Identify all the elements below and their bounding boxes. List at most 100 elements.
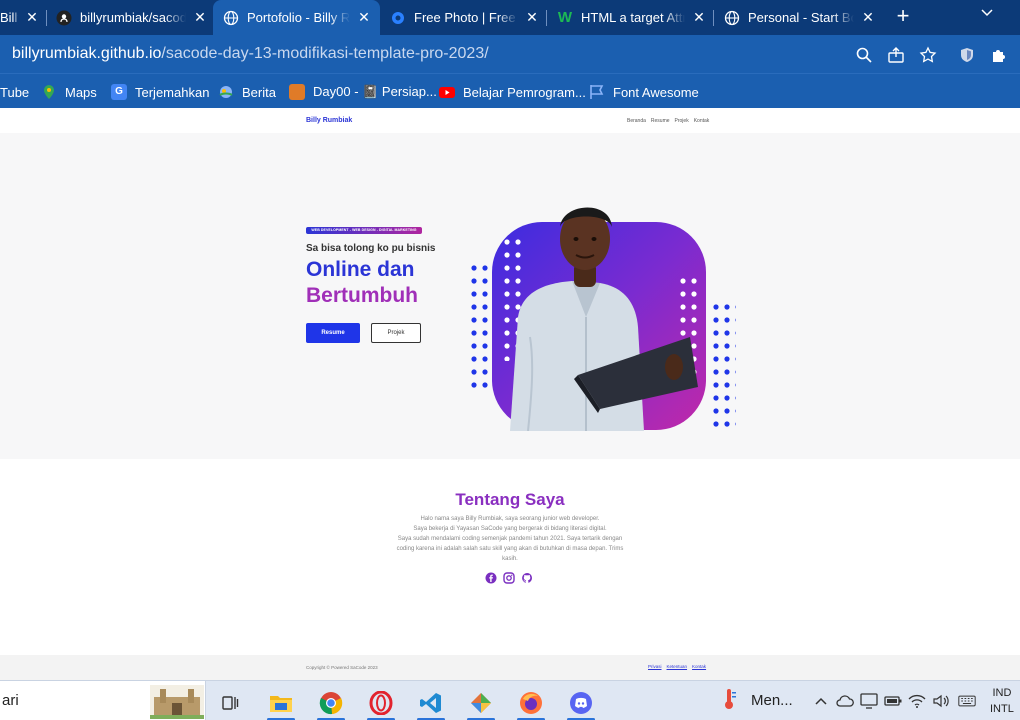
onedrive-cloud-icon[interactable] (836, 692, 854, 710)
map-pin-icon (41, 84, 57, 100)
nav-link-projek[interactable]: Projek (675, 118, 689, 124)
nav-link-kontak[interactable]: Kontak (694, 118, 710, 124)
address-bar: billyrumbiak.github.io/sacode-day-13-mod… (0, 35, 1020, 73)
projek-button[interactable]: Projek (371, 323, 421, 343)
opera-icon[interactable] (361, 685, 401, 720)
about-text: Halo nama saya Billy Rumbiak, saya seora… (375, 514, 645, 564)
firefox-icon[interactable] (511, 685, 551, 720)
bookmark-label: Day00 - 📓 Persiap... (313, 84, 437, 99)
about-line: Saya bekerja di Yayasan SaCode yang berg… (413, 526, 607, 532)
tab-w3schools[interactable]: W HTML a target Attribute ✕ (557, 0, 707, 35)
zoom-icon[interactable] (855, 46, 873, 64)
resume-button[interactable]: Resume (306, 323, 360, 343)
translate-icon: G (111, 84, 127, 100)
site-navbar: Billy Rumbiak Beranda Resume Projek Kont… (0, 108, 1020, 133)
about-section: Tentang Saya Halo nama saya Billy Rumbia… (0, 459, 1020, 655)
bookmark-day00[interactable]: Day00 - 📓 Persiap... (289, 83, 437, 101)
close-icon[interactable]: ✕ (524, 9, 540, 26)
site-nav: Beranda Resume Projek Kontak (627, 118, 709, 124)
tab-free-photo[interactable]: Free Photo | Free photo ✕ (390, 0, 540, 35)
chrome-icon[interactable] (311, 685, 351, 720)
tab-title: Personal - Start Bootstrap (748, 10, 854, 25)
bookmark-font-awesome[interactable]: Font Awesome (589, 83, 699, 101)
lang-line1: IND (992, 687, 1012, 699)
taskbar-search-box[interactable]: ari (0, 681, 206, 720)
footer-link-privasi[interactable]: Privasi (648, 664, 662, 669)
volume-icon[interactable] (932, 692, 950, 710)
keyboard-icon[interactable] (958, 692, 976, 710)
hero-profile-image (466, 207, 736, 431)
social-links (485, 572, 533, 584)
nav-link-resume[interactable]: Resume (651, 118, 670, 124)
bookmark-maps[interactable]: Maps (41, 83, 97, 101)
hero-headline-line1: Online dan (306, 258, 415, 281)
battery-icon[interactable] (884, 692, 902, 710)
news-icon (218, 84, 234, 100)
footer-link-ketentuan[interactable]: Ketentuan (667, 664, 688, 669)
tab-personal[interactable]: Personal - Start Bootstrap ✕ (724, 0, 876, 35)
discord-icon[interactable] (561, 685, 601, 720)
close-icon[interactable]: ✕ (24, 9, 40, 26)
bookmark-label: Belajar Pemrogram... (463, 84, 586, 100)
github-icon (56, 10, 72, 26)
facebook-icon[interactable] (485, 572, 497, 584)
weather-text[interactable]: Men... (751, 692, 793, 709)
footer-copyright: Copyright © Powered SaCode 2023 (306, 665, 378, 670)
close-icon[interactable]: ✕ (356, 9, 372, 26)
nav-link-beranda[interactable]: Beranda (627, 118, 646, 124)
bookmarks-bar: Tube Maps G Terjemahkan Berita Day00 - 📓… (0, 73, 1020, 108)
new-tab-button[interactable]: + (892, 5, 914, 29)
hero-badge: WEB DEVELOPMENT - WEB DESIGN - DIGITAL M… (306, 227, 422, 234)
hero-headline-line2: Bertumbuh (306, 284, 418, 307)
url-path: /sacode-day-13-modifikasi-template-pro-2… (161, 45, 489, 62)
site-footer: Copyright © Powered SaCode 2023 Privasi … (0, 655, 1020, 680)
site-brand[interactable]: Billy Rumbiak (306, 117, 352, 124)
windows-taskbar: ari Men... IND INTL (0, 680, 1020, 720)
hero-headline: Online dan Bertumbuh (306, 257, 418, 309)
bookmark-berita[interactable]: Berita (218, 83, 276, 101)
flag-icon (589, 84, 605, 100)
tab-billy-rumbiak[interactable]: Billy Rumbiak ✕ (0, 0, 40, 35)
bookmark-label: Maps (65, 84, 97, 100)
w3schools-icon: W (557, 9, 573, 26)
share-icon[interactable] (887, 46, 905, 64)
github-icon[interactable] (521, 572, 533, 584)
bookmark-label: Berita (242, 84, 276, 100)
about-line: coding karena ini adalah salah satu skil… (396, 546, 624, 552)
search-highlight-image (150, 685, 204, 719)
bookmark-terjemahkan[interactable]: G Terjemahkan (111, 83, 209, 101)
tab-portofolio[interactable]: Portofolio - Billy Rumbiak ✕ (213, 0, 380, 35)
bookmark-label: Tube (0, 84, 30, 100)
sourcetree-icon[interactable] (461, 685, 501, 720)
shield-extension-icon[interactable] (958, 46, 976, 64)
extensions-puzzle-icon[interactable] (990, 46, 1008, 64)
footer-links: Privasi Ketentuan Kontak (648, 664, 706, 669)
bookmark-label: Font Awesome (613, 84, 699, 100)
chevron-up-icon[interactable] (812, 692, 830, 710)
task-view-icon[interactable] (210, 685, 250, 720)
tab-search-chevron-icon[interactable] (980, 6, 994, 23)
close-icon[interactable]: ✕ (691, 9, 707, 26)
display-settings-icon[interactable] (860, 692, 878, 710)
thermometer-weather-icon[interactable] (720, 689, 738, 709)
bookmark-label: Terjemahkan (135, 84, 210, 100)
search-text: ari (2, 692, 19, 709)
close-icon[interactable]: ✕ (860, 9, 876, 26)
bookmark-youtube[interactable]: Tube (0, 83, 29, 101)
freepik-icon (390, 10, 406, 26)
input-language-indicator[interactable]: IND INTL (990, 685, 1014, 717)
bookmark-belajar-pemrograman[interactable]: Belajar Pemrogram... (439, 83, 586, 101)
vscode-icon[interactable] (411, 685, 451, 720)
tab-strip: Billy Rumbiak ✕ billyrumbiak/sacode-day-… (0, 0, 1020, 35)
instagram-icon[interactable] (503, 572, 515, 584)
footer-link-kontak[interactable]: Kontak (692, 664, 706, 669)
tab-title: billyrumbiak/sacode-day-13 (80, 10, 186, 25)
tab-title: HTML a target Attribute (581, 10, 685, 25)
close-icon[interactable]: ✕ (192, 9, 208, 26)
bookmark-star-icon[interactable] (919, 46, 937, 64)
url-field[interactable]: billyrumbiak.github.io/sacode-day-13-mod… (12, 45, 489, 63)
file-explorer-icon[interactable] (261, 685, 301, 720)
youtube-icon (439, 84, 455, 100)
wifi-icon[interactable] (908, 692, 926, 710)
tab-github-repo[interactable]: billyrumbiak/sacode-day-13 ✕ (56, 0, 208, 35)
